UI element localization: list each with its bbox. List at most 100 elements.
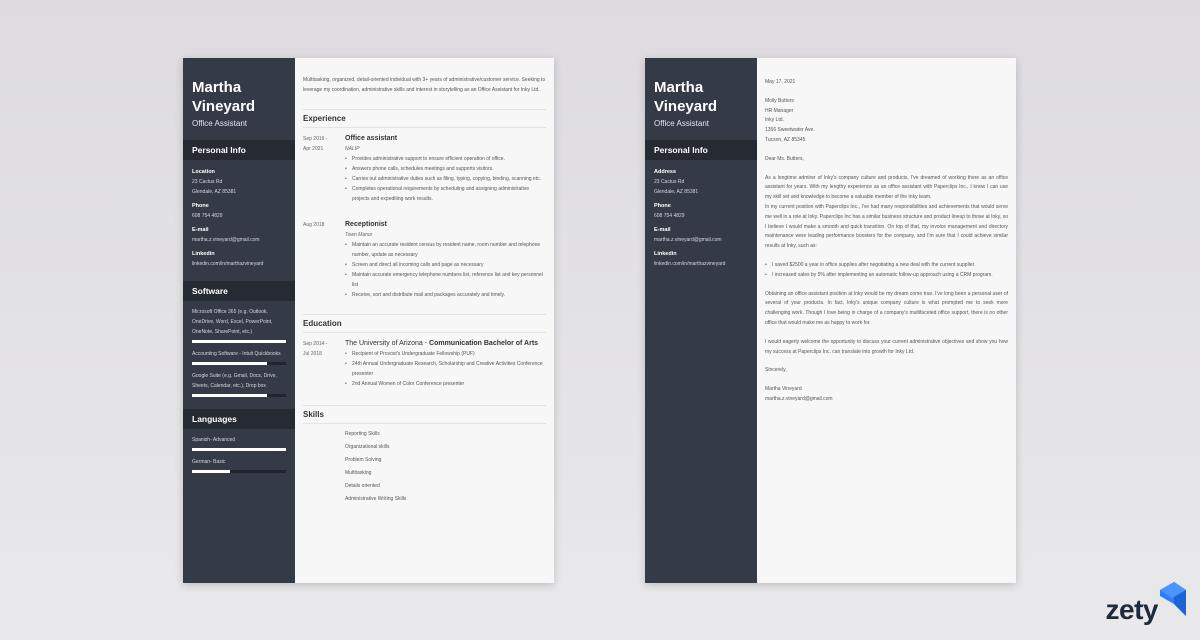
degree: Communication Bachelor of Arts: [429, 340, 539, 347]
language-item: Spanish- Advanced: [183, 435, 295, 451]
language-label: Spanish- Advanced: [192, 437, 236, 443]
letter-paragraph: In my current position with Paperclips I…: [765, 203, 1008, 250]
date-end: Jul 2018: [303, 351, 322, 357]
education-entry: Sep 2014 - Jul 2018 The University of Ar…: [303, 339, 546, 389]
email-value: martha.z.vineyard@gmail.com: [654, 237, 722, 243]
skill-item: Reporting Skills: [345, 431, 380, 437]
level-fill: [192, 394, 268, 397]
duty-bullet: Carries out administrative duties such a…: [345, 174, 546, 184]
email-label: E-mail: [192, 227, 209, 233]
logo-wordmark: zety: [1105, 594, 1159, 625]
software-level-bar: [192, 362, 286, 365]
education-heading: Education: [303, 314, 546, 333]
experience-entry: Sep 2019 - Apr 2021 Office assistant NAL…: [303, 134, 546, 204]
phone-value: 608 754 4829: [192, 213, 223, 219]
skills-heading: Skills: [303, 405, 546, 424]
education-bullet: Recipient of Provost's Undergraduate Fel…: [345, 349, 546, 359]
linkedin-label: Linkedin: [654, 251, 677, 257]
resume-summary: Multitasking, organized, detail-oriented…: [303, 77, 546, 93]
recipient-city: Tucson, AZ 85345: [765, 136, 806, 143]
resume-role: Office Assistant: [192, 119, 247, 128]
skill-item: Details oriented: [345, 483, 380, 489]
skill-item: Organizational skills: [345, 444, 390, 450]
software-level-bar: [192, 394, 286, 397]
skill-item: Administrative Writing Skills: [345, 496, 407, 502]
letter-name: Martha Vineyard: [645, 78, 757, 116]
name-first: Martha: [654, 79, 704, 96]
date-start: Sep 2019 -: [303, 136, 328, 142]
letter-body: May 17, 2021 Molly Butters HR Manager In…: [757, 58, 1016, 583]
software-item: Microsoft Office 365 (e.g. Outlook, OneD…: [183, 307, 295, 343]
experience-entry: Aug 2018 Receptionist Town Manor Maintai…: [303, 220, 546, 300]
entry-date: Sep 2014 - Jul 2018: [303, 339, 345, 389]
date-start: Sep 2014 -: [303, 341, 328, 347]
date-end: Apr 2021: [303, 146, 324, 152]
level-fill: [192, 448, 286, 451]
linkedin-value: linkedin.com/in/marthazvineyard: [654, 261, 726, 267]
letter-date: May 17, 2021: [765, 79, 796, 85]
software-level-bar: [192, 340, 286, 343]
skill-item: Problem Solving: [345, 457, 382, 463]
resume-document: Martha Vineyard Office Assistant Persona…: [183, 58, 554, 583]
personal-info-section: Location 23 Cactus Rd Glendale, AZ 85381…: [183, 160, 295, 269]
email-value: martha.z.vineyard@gmail.com: [192, 237, 260, 243]
linkedin-label: Linkedin: [192, 251, 215, 257]
skills-list: Reporting Skills Organizational skills P…: [303, 428, 546, 506]
location-line1: 23 Cactus Rd: [192, 179, 223, 185]
language-label: German- Basic: [192, 459, 226, 465]
phone-value: 608 754 4829: [654, 213, 685, 219]
signature-email: martha.z.vineyard@gmail.com: [765, 395, 833, 402]
address-label: Address: [654, 169, 677, 175]
software-item: Accounting Software - Intuit Quickbooks: [183, 349, 295, 365]
duty-bullet: Receive, sort and distribute mail and pa…: [345, 290, 546, 300]
duty-bullet: Completes operational requirements by sc…: [345, 184, 546, 204]
recipient-name: Molly Butters: [765, 97, 794, 104]
level-fill: [192, 340, 286, 343]
name-first: Martha: [192, 79, 242, 96]
experience-heading: Experience: [303, 109, 546, 128]
entry-date: Aug 2018: [303, 220, 345, 300]
zety-logo: zety: [1106, 582, 1186, 624]
achievement-bullet: I saved $2500 a year in office supplies …: [765, 261, 1008, 271]
cover-letter-document: Martha Vineyard Office Assistant Persona…: [645, 58, 1016, 583]
duty-bullet: Maintain accurate emergency telephone nu…: [345, 270, 546, 290]
skill-item: Multitasking: [345, 470, 372, 476]
language-item: German- Basic: [183, 457, 295, 473]
languages-heading: Languages: [183, 409, 295, 429]
job-title: Receptionist: [345, 221, 388, 228]
entry-date: Sep 2019 - Apr 2021: [303, 134, 345, 204]
name-last: Vineyard: [192, 98, 256, 115]
software-item: Google Suite (e.g. Gmail, Docs, Drive, S…: [183, 371, 295, 397]
job-title: Office assistant: [345, 135, 398, 142]
school-name: The University of Arizona -: [345, 340, 430, 347]
language-level-bar: [192, 448, 286, 451]
recipient-title: HR Manager: [765, 107, 794, 114]
letter-role: Office Assistant: [654, 119, 709, 128]
duty-bullet: Answers phone calls, schedules meetings …: [345, 164, 546, 174]
level-fill: [192, 362, 268, 365]
language-level-bar: [192, 470, 286, 473]
recipient-company: Inky Ltd.: [765, 117, 784, 124]
achievement-bullet: I increased sales by 5% after implementi…: [765, 271, 1008, 281]
education-bullet: 2nd Annual Women of Color Conference pre…: [345, 379, 546, 389]
recipient-street: 1356 Sweetwater Ave.: [765, 127, 815, 134]
name-last: Vineyard: [654, 98, 718, 115]
duty-bullet: Maintain an accurate resident census by …: [345, 240, 546, 260]
letter-paragraph: I would eagerly welcome the opportunity …: [765, 338, 1008, 355]
address-line2: Glendale, AZ 85381: [654, 189, 699, 195]
software-label: Google Suite (e.g. Gmail, Docs, Drive, S…: [192, 373, 277, 389]
letter-sidebar: Martha Vineyard Office Assistant Persona…: [645, 58, 757, 583]
date-start: Aug 2018: [303, 222, 325, 228]
software-label: Accounting Software - Intuit Quickbooks: [192, 351, 281, 357]
signature-name: Martha Vineyard: [765, 386, 802, 393]
resume-name: Martha Vineyard: [183, 78, 295, 116]
phone-label: Phone: [654, 203, 671, 209]
duty-bullet: Screen and direct all incoming calls and…: [345, 260, 546, 270]
software-label: Microsoft Office 365 (e.g. Outlook, OneD…: [192, 309, 273, 335]
linkedin-value: linkedin.com/in/marthazvineyard: [192, 261, 264, 267]
duty-bullet: Provides administrative support to ensur…: [345, 154, 546, 164]
resume-main: Multitasking, organized, detail-oriented…: [295, 58, 554, 583]
location-label: Location: [192, 169, 215, 175]
education-bullet: 24th Annual Undergraduate Research, Scho…: [345, 359, 546, 379]
resume-sidebar: Martha Vineyard Office Assistant Persona…: [183, 58, 295, 583]
